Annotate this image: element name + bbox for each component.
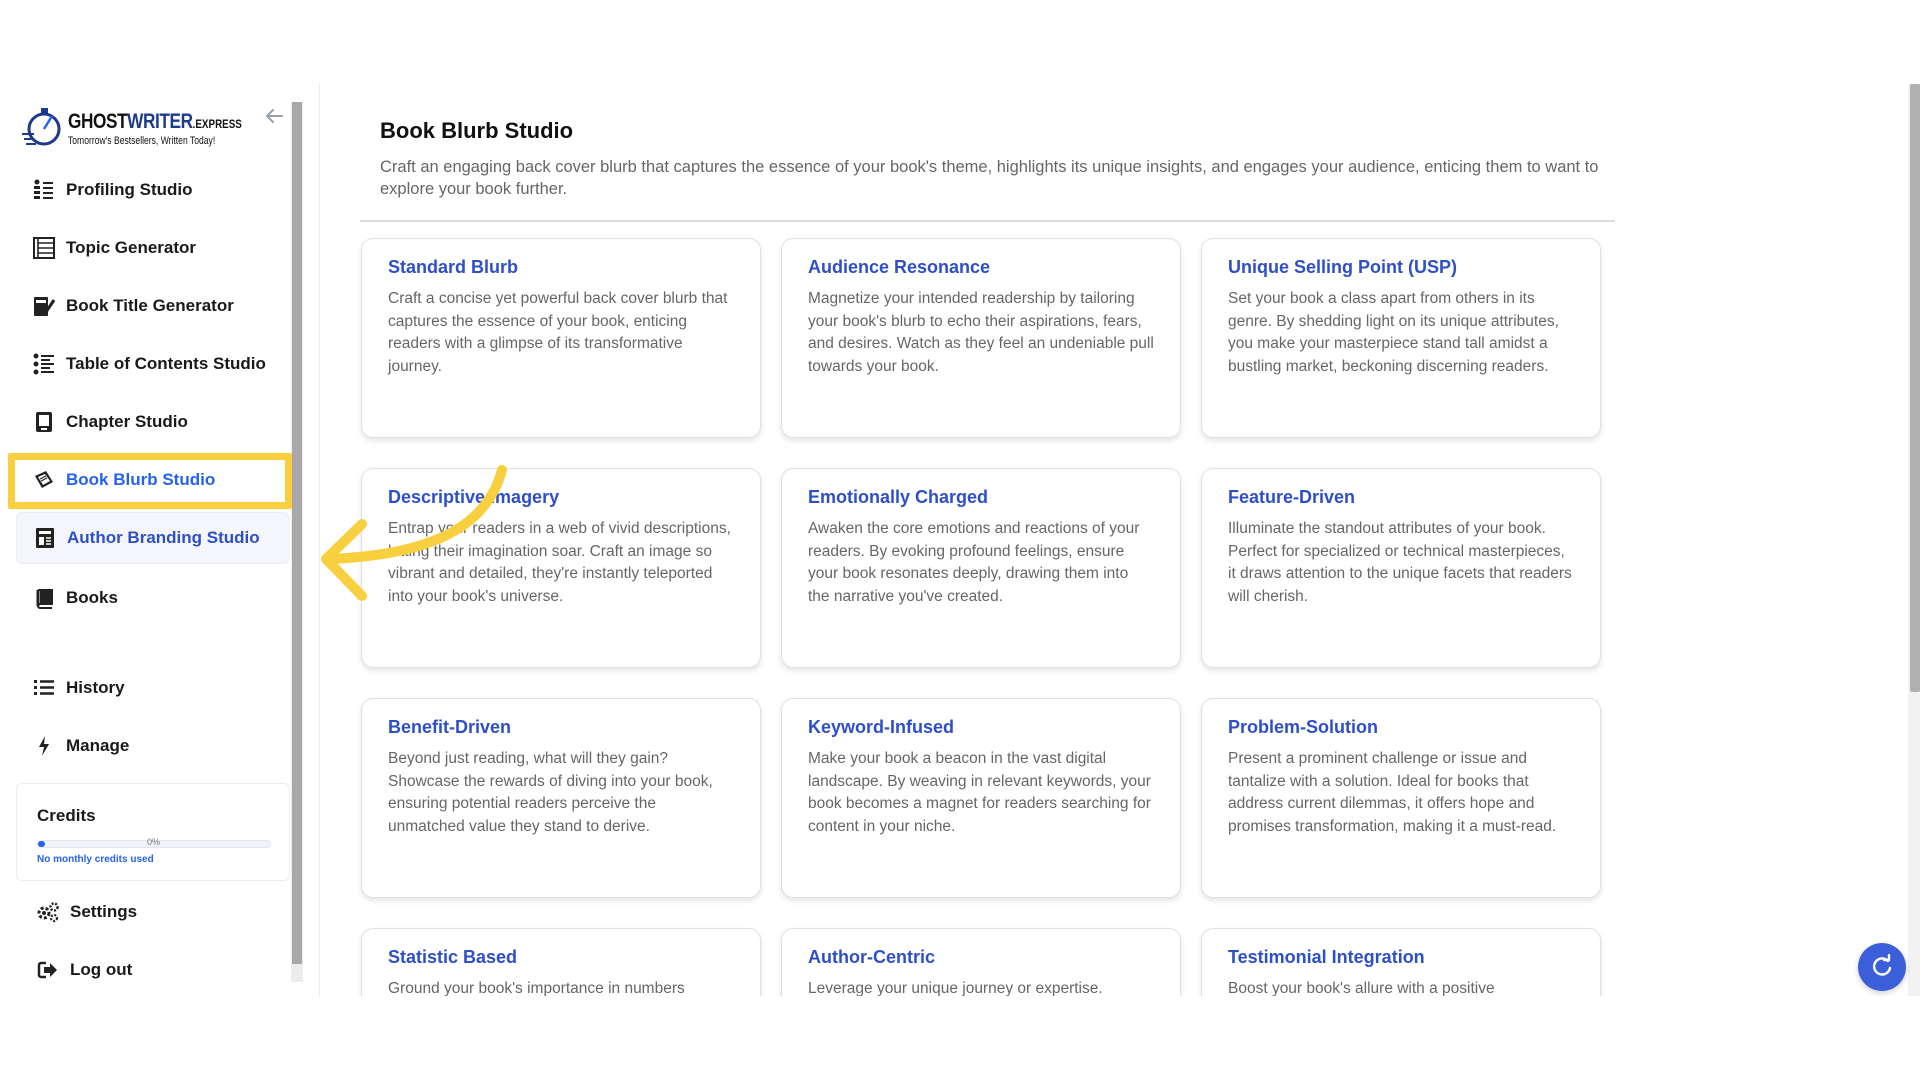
card-description: Present a prominent challenge or issue a… xyxy=(1228,750,1557,835)
page-title: Book Blurb Studio xyxy=(380,118,574,143)
sidebar-item-profiling-studio[interactable]: Profiling Studio xyxy=(16,164,290,216)
sidebar-item-label: Books xyxy=(66,588,118,607)
card-description: Leverage your unique journey or expertis… xyxy=(808,980,1103,996)
sidebar-item-book-title-generator[interactable]: Book Title Generator xyxy=(16,280,290,332)
logout-icon xyxy=(36,958,60,982)
tutorial-highlight-box xyxy=(8,453,292,509)
credits-note: No monthly credits used xyxy=(37,854,154,865)
profiling-icon xyxy=(32,178,56,202)
blurb-style-card-usp[interactable]: Unique Selling Point (USP) Set your book… xyxy=(1201,238,1601,438)
blurb-style-card-problem-solution[interactable]: Problem-Solution Present a prominent cha… xyxy=(1201,698,1601,898)
card-description: Make your book a beacon in the vast digi… xyxy=(808,750,1151,835)
gears-icon xyxy=(36,900,60,924)
sidebar-item-log-out[interactable]: Log out xyxy=(16,944,290,996)
lightning-icon xyxy=(32,734,56,758)
topic-list-icon xyxy=(32,236,56,260)
books-icon xyxy=(32,586,56,610)
sidebar-scrollbar-thumb[interactable] xyxy=(292,102,302,964)
blurb-style-card-statistic-based[interactable]: Statistic Based Ground your book's impor… xyxy=(361,928,761,996)
logo-word-writer: WRITER xyxy=(127,110,193,133)
card-title: Feature-Driven xyxy=(1228,487,1356,507)
sidebar-item-label: Chapter Studio xyxy=(66,412,188,431)
toc-list-icon xyxy=(32,352,56,376)
blurb-style-card-testimonial-integration[interactable]: Testimonial Integration Boost your book'… xyxy=(1201,928,1601,996)
blurb-style-card-audience-resonance[interactable]: Audience Resonance Magnetize your intend… xyxy=(781,238,1181,438)
sidebar-item-topic-generator[interactable]: Topic Generator xyxy=(16,222,290,274)
sidebar: GHOSTWRITER.EXPRESS Tomorrow's Bestselle… xyxy=(0,84,305,996)
page-scrollbar-thumb[interactable] xyxy=(1910,84,1920,692)
card-description: Ground your book's importance in numbers xyxy=(388,980,685,996)
card-title: Benefit-Driven xyxy=(388,717,512,737)
card-description: Magnetize your intended readership by ta… xyxy=(808,290,1154,375)
chat-support-button[interactable] xyxy=(1858,943,1906,991)
collapse-sidebar-arrow-icon[interactable] xyxy=(262,104,286,128)
app-logo[interactable]: GHOSTWRITER.EXPRESS Tomorrow's Bestselle… xyxy=(20,104,242,152)
sidebar-item-label: Author Branding Studio xyxy=(67,528,260,547)
credits-card: Credits 0% No monthly credits used xyxy=(16,783,290,881)
sidebar-item-label: Profiling Studio xyxy=(66,180,193,199)
stopwatch-pen-icon xyxy=(22,108,61,146)
card-description: Craft a concise yet powerful back cover … xyxy=(388,290,728,375)
blurb-style-card-emotionally-charged[interactable]: Emotionally Charged Awaken the core emot… xyxy=(781,468,1181,668)
card-title: Audience Resonance xyxy=(808,257,991,277)
page-description: Craft an engaging back cover blurb that … xyxy=(380,158,1599,198)
logo-tagline: Tomorrow's Bestsellers, Written Today! xyxy=(68,135,216,147)
card-title: Testimonial Integration xyxy=(1228,947,1425,967)
card-description: Awaken the core emotions and reactions o… xyxy=(808,520,1140,605)
card-description: Boost your book's allure with a positive xyxy=(1228,980,1495,996)
card-title: Statistic Based xyxy=(388,947,518,967)
screenshot-viewport: GHOSTWRITER.EXPRESS Tomorrow's Bestselle… xyxy=(0,0,1920,1080)
app-window: GHOSTWRITER.EXPRESS Tomorrow's Bestselle… xyxy=(0,84,1920,996)
card-title: Standard Blurb xyxy=(388,257,519,277)
credits-percent: 0% xyxy=(147,837,161,847)
card-title: Author-Centric xyxy=(808,947,935,967)
card-title: Emotionally Charged xyxy=(808,487,989,507)
blurb-style-card-benefit-driven[interactable]: Benefit-Driven Beyond just reading, what… xyxy=(361,698,761,898)
sidebar-item-author-branding-studio[interactable]: Author Branding Studio xyxy=(16,512,290,564)
sidebar-item-label: Log out xyxy=(70,960,133,979)
sidebar-item-books[interactable]: Books xyxy=(16,572,290,624)
sidebar-item-label: Manage xyxy=(66,736,130,755)
sidebar-item-label: Table of Contents Studio xyxy=(66,354,266,373)
card-title: Problem-Solution xyxy=(1228,717,1378,737)
blurb-style-card-author-centric[interactable]: Author-Centric Leverage your unique jour… xyxy=(781,928,1181,996)
card-title: Keyword-Infused xyxy=(808,717,955,737)
logo-wordmark: GHOSTWRITER.EXPRESS xyxy=(68,110,242,134)
header-divider xyxy=(360,220,1615,222)
refresh-chat-icon xyxy=(1873,954,1892,976)
card-description: Beyond just reading, what will they gain… xyxy=(388,750,713,835)
tutorial-arrow-icon xyxy=(321,465,507,601)
sidebar-item-chapter-studio[interactable]: Chapter Studio xyxy=(16,396,290,448)
credits-progress-fill xyxy=(38,841,45,847)
author-branding-icon xyxy=(33,526,57,550)
logo-word-express: .EXPRESS xyxy=(192,117,242,131)
book-pen-icon xyxy=(32,294,56,318)
logo-word-ghost: GHOST xyxy=(68,110,128,133)
card-description: Illuminate the standout attributes of yo… xyxy=(1228,520,1572,605)
credits-title: Credits xyxy=(37,806,96,825)
blurb-style-card-standard-blurb[interactable]: Standard Blurb Craft a concise yet power… xyxy=(361,238,761,438)
sidebar-item-label: Topic Generator xyxy=(66,238,197,257)
sidebar-item-label: Book Title Generator xyxy=(66,296,234,315)
sidebar-item-settings[interactable]: Settings xyxy=(16,886,290,938)
sidebar-item-history[interactable]: History xyxy=(16,662,290,714)
card-title: Unique Selling Point (USP) xyxy=(1228,257,1457,277)
blurb-style-card-feature-driven[interactable]: Feature-Driven Illuminate the standout a… xyxy=(1201,468,1601,668)
blurb-style-card-keyword-infused[interactable]: Keyword-Infused Make your book a beacon … xyxy=(781,698,1181,898)
main-content: Book Blurb Studio Craft an engaging back… xyxy=(320,84,1900,996)
sidebar-item-manage[interactable]: Manage xyxy=(16,720,290,772)
sidebar-item-label: History xyxy=(66,678,125,697)
sidebar-item-label: Settings xyxy=(70,902,138,921)
history-list-icon xyxy=(32,676,56,700)
sidebar-item-table-of-contents-studio[interactable]: Table of Contents Studio xyxy=(16,338,290,390)
chapter-book-icon xyxy=(32,410,56,434)
card-description: Set your book a class apart from others … xyxy=(1228,290,1559,375)
